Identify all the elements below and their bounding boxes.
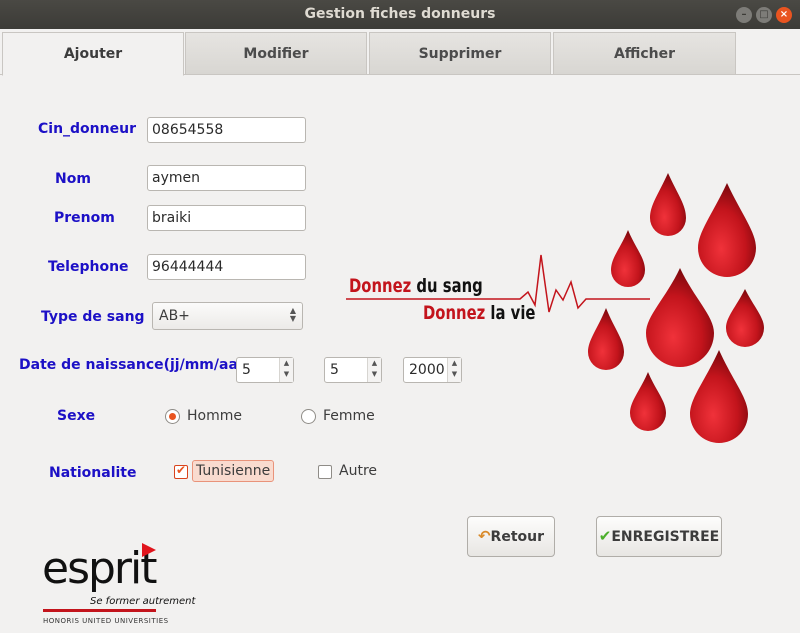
nationalite-label: Nationalite [49,465,137,481]
day-value: 5 [242,362,251,378]
radio-femme[interactable] [301,409,316,424]
spinner-arrows-icon[interactable]: ▲ ▼ [367,358,381,382]
type-sang-label: Type de sang [41,309,145,325]
window-title: Gestion fiches donneurs [304,6,496,22]
day-spinner[interactable]: 5 ▲ ▼ [236,357,294,383]
nom-label: Nom [55,171,91,187]
year-spinner[interactable]: 2000 ▲ ▼ [403,357,462,383]
month-spinner[interactable]: 5 ▲ ▼ [324,357,382,383]
radio-homme[interactable] [165,409,180,424]
logo-triangle-icon [142,543,156,557]
femme-label[interactable]: Femme [323,408,375,424]
slogan-2-black: la vie [490,302,536,324]
logo-underline [43,609,156,612]
title-bar: Gestion fiches donneurs – □ × [0,0,800,29]
autre-label[interactable]: Autre [339,463,377,479]
prenom-label: Prenom [54,210,115,226]
slogan-2-red: Donnez [423,302,486,324]
type-sang-select[interactable]: AB+ ▲ ▼ [152,302,303,330]
slogan-1-black: du sang [416,275,483,297]
enregistrer-label: ENREGISTREE [611,529,720,545]
logo-tagline: Se former autrement [90,596,196,607]
type-sang-value: AB+ [159,308,190,324]
prenom-input[interactable]: braiki [147,205,306,231]
telephone-label: Telephone [48,259,129,275]
slogan-line-1: Donnez du sang [349,275,483,297]
tab-modifier[interactable]: Modifier [185,32,367,74]
cin-label: Cin_donneur [38,121,136,137]
spinner-arrows-icon[interactable]: ▲ ▼ [447,358,461,382]
tab-bar: Ajouter Modifier Supprimer Afficher [0,31,800,76]
logo-footer: HONORIS UNITED UNIVERSITIES [43,617,169,625]
maximize-icon[interactable]: □ [756,7,772,23]
slogan-1-red: Donnez [349,275,412,297]
checkbox-autre[interactable] [318,465,332,479]
slogan-line-2: Donnez la vie [423,302,535,324]
app-window: Gestion fiches donneurs – □ × Ajouter Mo… [0,0,800,633]
date-naissance-label: Date de naissance(jj/mm/aa) [19,357,245,373]
homme-label[interactable]: Homme [187,408,242,424]
updown-icon: ▲ ▼ [289,306,296,323]
enregistrer-button[interactable]: ✔ENREGISTREE [596,516,722,557]
window-controls: – □ × [736,7,792,23]
spinner-arrows-icon[interactable]: ▲ ▼ [279,358,293,382]
check-icon: ✔ [598,527,612,545]
retour-button[interactable]: ↶Retour [467,516,555,557]
drops [588,173,764,443]
tab-ajouter[interactable]: Ajouter [2,32,184,76]
back-arrow-icon: ↶ [477,527,491,545]
telephone-input[interactable]: 96444444 [147,254,306,280]
cin-input[interactable]: 08654558 [147,117,306,143]
nom-input[interactable]: aymen [147,165,306,191]
retour-label: Retour [490,529,545,545]
month-value: 5 [330,362,339,378]
year-value: 2000 [409,362,445,378]
tab-afficher[interactable]: Afficher [553,32,736,74]
logo-wordmark: esprit [42,543,157,594]
sexe-label: Sexe [57,408,96,424]
close-icon[interactable]: × [776,7,792,23]
tab-supprimer[interactable]: Supprimer [369,32,551,74]
minimize-icon[interactable]: – [736,7,752,23]
tunisienne-label[interactable]: Tunisienne [192,460,275,482]
checkbox-tunisienne[interactable] [174,463,188,479]
